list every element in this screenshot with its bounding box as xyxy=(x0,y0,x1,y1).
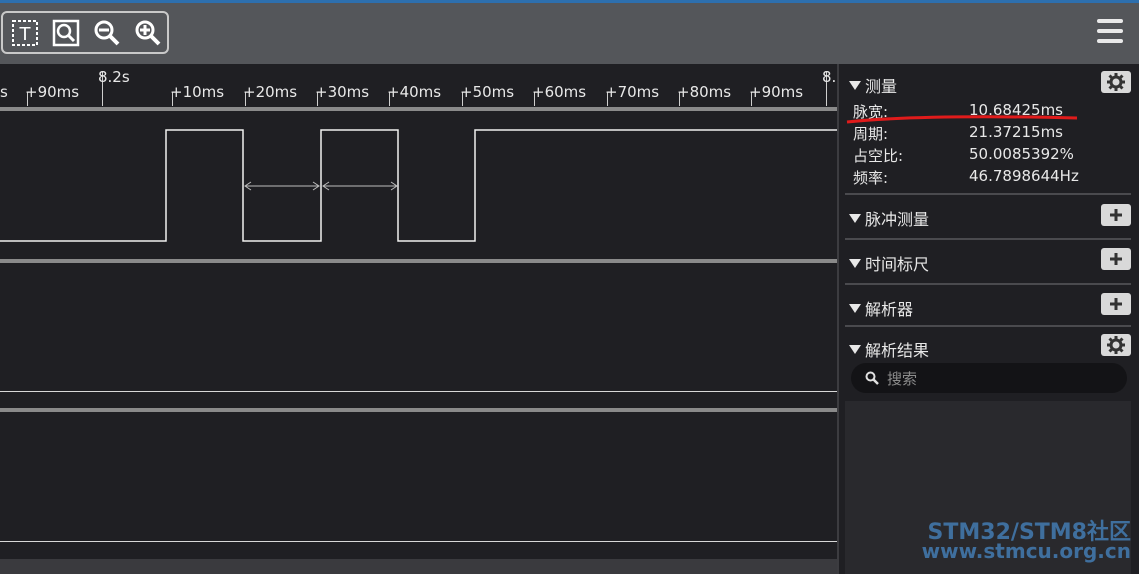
collapse-triangle-icon[interactable] xyxy=(849,213,861,223)
measure-value-period: 21.37215ms xyxy=(969,123,1063,141)
collapse-triangle-icon[interactable] xyxy=(849,344,861,354)
zoom-in-icon[interactable] xyxy=(128,15,167,51)
measure-value-frequency: 46.7898644Hz xyxy=(969,167,1079,185)
tool-group: T xyxy=(1,11,169,54)
watermark-line2: www.stmcu.org.cn xyxy=(921,539,1131,563)
waveform-area[interactable]: s +90ms 8.2s +10ms +20ms +30ms +40ms +50… xyxy=(0,64,837,574)
hamburger-menu-icon[interactable] xyxy=(1097,19,1123,49)
search-icon xyxy=(865,371,879,385)
zoom-out-icon[interactable] xyxy=(87,15,126,51)
toolbar: T xyxy=(0,3,1139,64)
measure-label-period: 周期: xyxy=(853,125,889,143)
results-settings-button[interactable] xyxy=(1101,334,1131,356)
plus-icon xyxy=(1110,253,1122,265)
pulse-section-header[interactable]: 脉冲测量 xyxy=(849,206,929,230)
channel-separator xyxy=(0,408,837,412)
measure-settings-button[interactable] xyxy=(1101,71,1131,93)
section-divider xyxy=(845,238,1131,240)
results-section-header[interactable]: 解析结果 xyxy=(849,337,929,361)
section-divider xyxy=(845,283,1131,285)
pulse-width-marker xyxy=(244,181,320,191)
channel-1-waveform[interactable] xyxy=(0,391,837,392)
timing-title: 时间标尺 xyxy=(865,255,930,274)
plus-icon xyxy=(1110,298,1122,310)
measure-section-header[interactable]: 测量 xyxy=(849,73,897,97)
gear-icon xyxy=(1107,73,1125,91)
measure-label-duty: 占空比: xyxy=(853,147,904,165)
channel-separator xyxy=(0,259,837,263)
horizontal-scrollbar[interactable] xyxy=(0,559,837,574)
results-title: 解析结果 xyxy=(865,341,930,360)
search-input[interactable]: 搜索 xyxy=(851,363,1127,393)
gear-icon xyxy=(1107,336,1125,354)
analyzer-section-header[interactable]: 解析器 xyxy=(849,296,913,320)
add-analyzer-button[interactable] xyxy=(1101,293,1131,315)
section-divider xyxy=(845,193,1131,195)
measure-label-frequency: 频率: xyxy=(853,169,889,187)
channel-2-waveform[interactable] xyxy=(0,541,837,542)
side-panel: 测量 脉宽: 10.68425ms 周期: 21.37215ms 占空比: 50… xyxy=(837,64,1139,574)
text-cursor-icon[interactable]: T xyxy=(5,15,44,51)
search-placeholder: 搜索 xyxy=(887,369,918,388)
analyzer-title: 解析器 xyxy=(865,300,914,319)
section-divider xyxy=(845,325,1131,327)
zoom-fit-icon[interactable] xyxy=(46,15,85,51)
measure-value-duty: 50.0085392% xyxy=(969,145,1074,163)
collapse-triangle-icon[interactable] xyxy=(849,80,861,90)
collapse-triangle-icon[interactable] xyxy=(849,303,861,313)
add-pulse-measure-button[interactable] xyxy=(1101,204,1131,226)
pulse-title: 脉冲测量 xyxy=(865,210,930,229)
plus-icon xyxy=(1110,209,1122,221)
collapse-triangle-icon[interactable] xyxy=(849,258,861,268)
period-marker xyxy=(322,181,398,191)
timing-section-header[interactable]: 时间标尺 xyxy=(849,251,929,275)
add-timing-marker-button[interactable] xyxy=(1101,248,1131,270)
svg-text:T: T xyxy=(18,24,31,45)
measure-title: 测量 xyxy=(865,77,898,96)
channel-0-waveform[interactable] xyxy=(0,64,837,574)
